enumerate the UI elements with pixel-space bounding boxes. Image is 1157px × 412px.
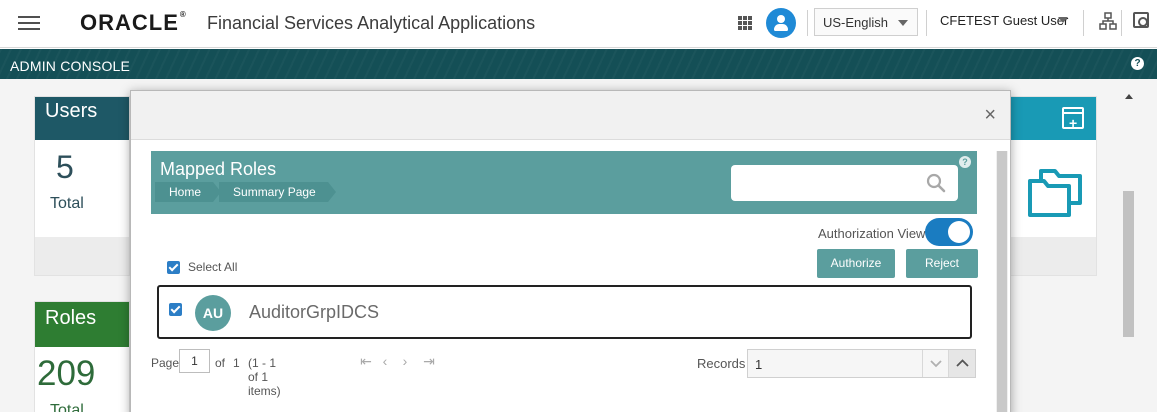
hierarchy-icon[interactable] [1099, 12, 1117, 30]
total-pages: 1 [233, 356, 240, 370]
roles-total-label: Total [50, 402, 84, 412]
users-card-footer [35, 237, 129, 275]
help-icon[interactable]: ? [959, 156, 971, 168]
admin-console-bar: ADMIN CONSOLE ? [0, 49, 1157, 79]
previous-page-icon[interactable]: ‹ [378, 353, 392, 369]
row-checkbox[interactable] [169, 303, 182, 316]
roles-card-title: Roles [35, 302, 129, 347]
search-input[interactable] [731, 165, 958, 201]
header-divider [807, 10, 808, 36]
toggle-knob [948, 221, 970, 243]
roles-count: 209 [37, 354, 96, 393]
first-page-icon[interactable]: ⇤ [359, 353, 373, 370]
page-number-input[interactable]: 1 [179, 349, 210, 373]
mapped-roles-banner: Mapped Roles Home Summary Page ? [151, 151, 977, 214]
right-card[interactable]: + [1008, 96, 1097, 276]
right-card-footer [1009, 237, 1096, 275]
hamburger-menu-icon[interactable] [18, 14, 40, 32]
dialog-header: × [131, 91, 1010, 140]
items-summary: (1 - 1 of 1 items) [248, 356, 281, 398]
folders-icon [1028, 169, 1082, 217]
right-card-header: + [1009, 97, 1096, 140]
records-value: 1 [755, 357, 763, 372]
last-page-icon[interactable]: ⇥ [422, 353, 436, 370]
select-all-label: Select All [188, 260, 238, 274]
breadcrumb: Home Summary Page [155, 182, 336, 202]
user-menu-chevron-icon[interactable] [1058, 17, 1068, 23]
header-divider [926, 10, 927, 36]
list-item[interactable]: AU AuditorGrpIDCS [157, 285, 972, 339]
users-count: 5 [56, 149, 74, 185]
user-menu[interactable]: CFETEST Guest User [940, 13, 1068, 28]
of-label: of [215, 356, 226, 370]
language-select[interactable]: US-English [814, 8, 918, 36]
chevron-up-icon[interactable] [948, 350, 975, 377]
authorize-button[interactable]: Authorize [817, 249, 895, 278]
authorization-view-label: Authorization View [818, 226, 926, 241]
select-all-checkbox[interactable] [167, 261, 180, 274]
reject-button[interactable]: Reject [906, 249, 978, 278]
chevron-down-icon[interactable] [922, 350, 948, 377]
scroll-up-icon[interactable] [1125, 94, 1133, 99]
dialog-scroll-thumb[interactable] [997, 151, 1007, 412]
page-scrollbar[interactable] [1120, 89, 1138, 412]
breadcrumb-summary-page[interactable]: Summary Page [219, 182, 336, 202]
users-total-label: Total [50, 195, 84, 212]
mapped-roles-dialog: × Mapped Roles Home Summary Page ? Autho… [130, 90, 1011, 412]
screenshot-icon[interactable] [1133, 12, 1149, 28]
page-title: Mapped Roles [160, 159, 277, 179]
brand-text: ORACLE [80, 10, 179, 35]
records-select[interactable]: 1 [747, 349, 976, 378]
apps-grid-icon[interactable] [738, 16, 752, 30]
chevron-down-icon [898, 20, 908, 26]
header-divider [1121, 10, 1122, 36]
help-icon[interactable]: ? [1131, 57, 1144, 70]
app-title: Financial Services Analytical Applicatio… [207, 13, 536, 33]
close-icon[interactable]: × [984, 105, 996, 125]
breadcrumb-home[interactable]: Home [155, 182, 222, 202]
search-icon[interactable] [926, 173, 946, 193]
dialog-scrollbar[interactable] [996, 151, 1008, 412]
records-label: Records [697, 356, 746, 371]
users-card-title: Users [35, 97, 129, 140]
scroll-thumb[interactable] [1123, 191, 1134, 337]
next-page-icon[interactable]: › [398, 353, 412, 369]
language-value: US-English [823, 15, 889, 30]
role-name[interactable]: AuditorGrpIDCS [249, 302, 379, 323]
users-card[interactable]: Users 5 Total [34, 96, 130, 276]
user-admin-icon[interactable] [766, 8, 796, 38]
page-label: Page [151, 356, 180, 370]
header-divider [1083, 10, 1084, 36]
admin-console-title: ADMIN CONSOLE [10, 58, 131, 74]
add-calendar-icon[interactable]: + [1062, 107, 1084, 130]
top-header: ORACLE® Financial Services Analytical Ap… [0, 0, 1157, 48]
avatar: AU [195, 295, 231, 331]
oracle-logo: ORACLE® [80, 10, 187, 36]
authorization-view-toggle[interactable] [925, 218, 973, 246]
trademark: ® [179, 10, 187, 19]
roles-card[interactable]: Roles 209 Total [34, 301, 130, 412]
